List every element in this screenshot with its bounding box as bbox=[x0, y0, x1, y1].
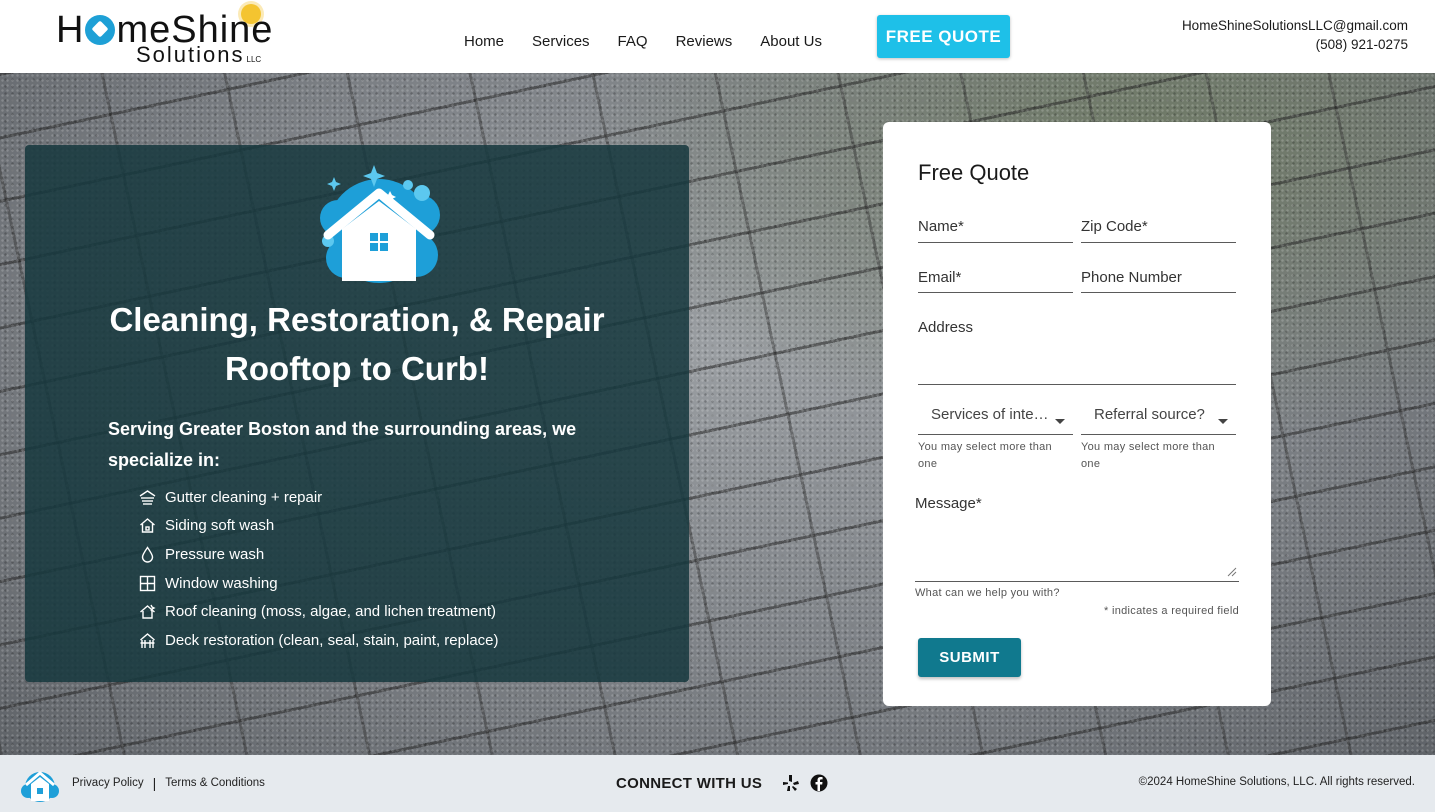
serving-text: Serving Greater Boston and the surroundi… bbox=[108, 419, 577, 470]
zip-code-field[interactable]: Zip Code* bbox=[1081, 218, 1236, 243]
footer-links: Privacy Policy | Terms & Conditions bbox=[72, 775, 265, 791]
copyright: ©2024 HomeShine Solutions, LLC. All righ… bbox=[1138, 776, 1415, 788]
message-hint: What can we help you with? bbox=[915, 587, 1060, 599]
site-footer: Privacy Policy | Terms & Conditions CONN… bbox=[0, 755, 1435, 812]
chevron-down-icon bbox=[1218, 419, 1228, 424]
connect-section: CONNECT WITH US bbox=[616, 774, 828, 792]
nav-about-us[interactable]: About Us bbox=[746, 30, 836, 54]
gutter-icon bbox=[138, 488, 156, 506]
list-item: Siding soft wash bbox=[138, 512, 499, 541]
house-sparkle-icon[interactable] bbox=[18, 765, 62, 803]
nav-faq[interactable]: FAQ bbox=[604, 30, 662, 54]
list-item: Deck restoration (clean, seal, stain, pa… bbox=[138, 626, 499, 655]
services-select[interactable]: Services of interest bbox=[918, 406, 1073, 435]
name-field[interactable]: Name* bbox=[918, 218, 1073, 243]
chevron-down-icon bbox=[1055, 419, 1065, 424]
house-icon bbox=[138, 517, 156, 535]
sparkle-icon bbox=[85, 15, 116, 45]
nav-services[interactable]: Services bbox=[518, 30, 604, 54]
connect-label: CONNECT WITH US bbox=[616, 774, 763, 792]
phone-field[interactable]: Phone Number bbox=[1081, 269, 1236, 293]
message-field[interactable]: Message* bbox=[915, 495, 1239, 582]
referral-hint: You may select more than one bbox=[1081, 441, 1215, 470]
droplet-icon bbox=[138, 545, 156, 563]
deck-icon bbox=[138, 631, 156, 649]
referral-select[interactable]: Referral source? bbox=[1081, 406, 1236, 435]
separator: | bbox=[152, 775, 157, 791]
hero-panel: Cleaning, Restoration, & Repair Rooftop … bbox=[25, 145, 689, 682]
hero-headline: Cleaning, Restoration, & Repair Rooftop … bbox=[109, 301, 605, 387]
services-hint: You may select more than one bbox=[918, 441, 1052, 470]
house-sparkle-icon bbox=[320, 165, 440, 283]
list-item: Roof cleaning (moss, algae, and lichen t… bbox=[138, 597, 499, 626]
nav-home[interactable]: Home bbox=[450, 30, 518, 54]
contact-email[interactable]: HomeShineSolutionsLLC@gmail.com bbox=[1182, 16, 1408, 35]
services-list: Gutter cleaning + repair Siding soft was… bbox=[138, 483, 499, 655]
homeshine-logo[interactable]: HmeShine Solutions LLC bbox=[56, 4, 318, 66]
yelp-icon[interactable] bbox=[782, 774, 800, 792]
facebook-icon[interactable] bbox=[810, 774, 828, 792]
list-item: Pressure wash bbox=[138, 540, 499, 569]
window-icon bbox=[138, 574, 156, 592]
email-field[interactable]: Email* bbox=[918, 269, 1073, 293]
submit-button[interactable]: SUBMIT bbox=[918, 638, 1021, 677]
privacy-policy-link[interactable]: Privacy Policy bbox=[72, 777, 144, 789]
list-item: Window washing bbox=[138, 569, 499, 598]
terms-link[interactable]: Terms & Conditions bbox=[165, 777, 265, 789]
roof-icon bbox=[138, 603, 156, 621]
logo-subtitle: Solutions LLC bbox=[136, 42, 262, 67]
contact-info: HomeShineSolutionsLLC@gmail.com (508) 92… bbox=[1182, 16, 1408, 54]
site-header: HmeShine Solutions LLC Home Services FAQ … bbox=[0, 0, 1435, 73]
form-title: Free Quote bbox=[918, 160, 1030, 185]
required-note: * indicates a required field bbox=[1104, 605, 1239, 617]
contact-phone[interactable]: (508) 921-0275 bbox=[1182, 35, 1408, 54]
address-field[interactable]: Address bbox=[918, 319, 1236, 385]
quote-form-card: Free Quote Name* Zip Code* Email* Phone … bbox=[883, 122, 1271, 706]
main-nav: Home Services FAQ Reviews About Us bbox=[450, 30, 836, 54]
free-quote-button[interactable]: FREE QUOTE bbox=[877, 15, 1010, 58]
nav-reviews[interactable]: Reviews bbox=[662, 30, 747, 54]
resize-handle-icon[interactable] bbox=[1227, 567, 1237, 577]
list-item: Gutter cleaning + repair bbox=[138, 483, 499, 512]
